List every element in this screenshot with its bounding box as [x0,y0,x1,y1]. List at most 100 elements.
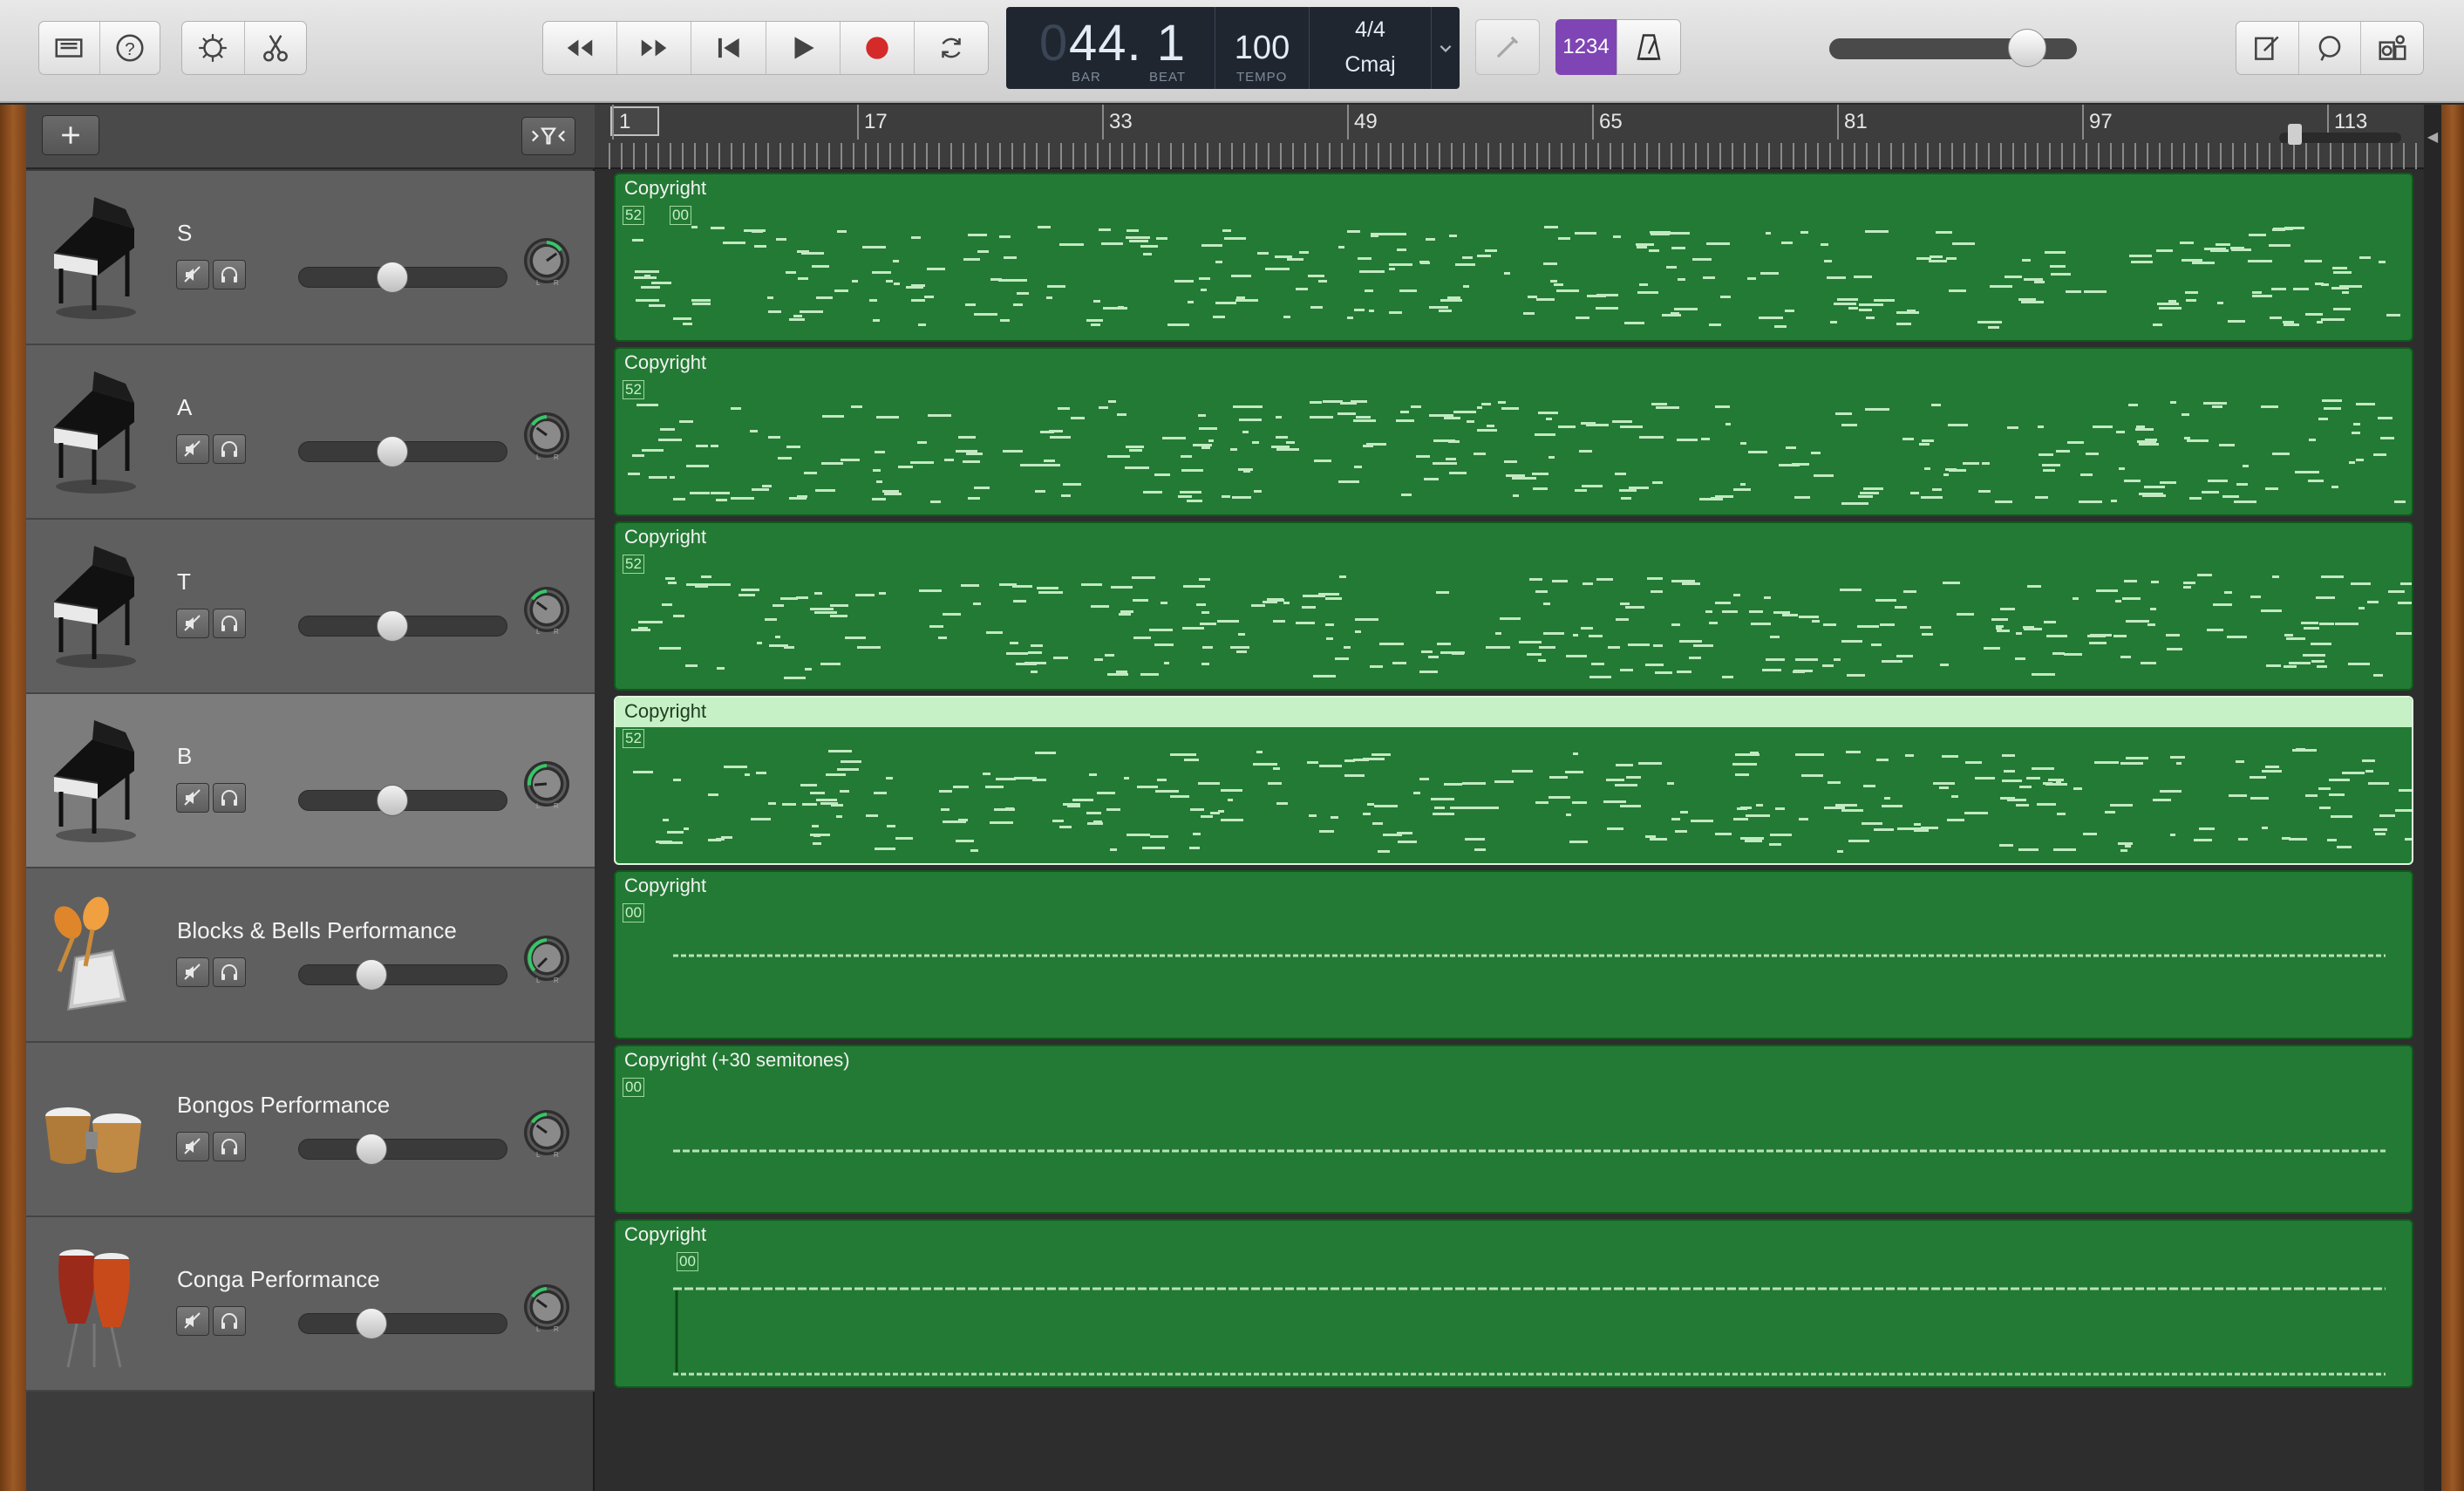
editors-button[interactable] [245,22,307,74]
track-name[interactable]: T [177,568,191,596]
solo-button[interactable] [213,609,246,638]
track-header[interactable]: B LR [26,694,595,868]
grand-piano-icon [42,364,146,500]
solo-button[interactable] [213,260,246,289]
track-header[interactable]: S LR [26,171,595,345]
track-header[interactable]: T LR [26,520,595,694]
tuner-button[interactable] [1475,19,1540,75]
midi-region[interactable]: Copyright 00 [614,1219,2413,1388]
bar-number: 65 [1599,110,1623,133]
track-volume-knob[interactable] [377,262,408,293]
pan-knob[interactable]: LR [521,933,572,984]
midi-region[interactable]: Copyright 52 00 [614,173,2413,342]
mute-button[interactable] [176,957,209,987]
region-marker-tag: 00 [623,1078,644,1097]
lcd-display[interactable]: 0 44. 1 BAR BEAT 100 TEMPO 4/4 Cmaj [1006,7,1460,89]
note-pad-button[interactable] [2236,22,2299,74]
solo-button[interactable] [213,434,246,464]
metronome-button[interactable] [1617,19,1681,75]
pan-knob[interactable]: LR [521,1107,572,1158]
smart-tempo-filter-button[interactable] [521,117,575,155]
track-volume-slider[interactable] [298,1313,507,1334]
cycle-button[interactable] [915,22,988,74]
region-marker-tag: 00 [670,206,691,225]
bar-ruler[interactable]: 1 17 33 49 65 81 97 113 ◀ [595,105,2441,169]
track-name[interactable]: Conga Performance [177,1266,380,1293]
midi-notes [628,399,2406,505]
bar-line [857,105,859,140]
region-marker-tag: 52 [623,555,644,574]
playhead-marker[interactable] [610,106,659,136]
pan-knob[interactable]: LR [521,235,572,286]
tempo-display[interactable]: 100 TEMPO [1215,7,1310,89]
mute-button[interactable] [176,260,209,289]
mute-button[interactable] [176,609,209,638]
track-volume-slider[interactable] [298,1139,507,1160]
track-volume-knob[interactable] [356,1134,387,1165]
solo-button[interactable] [213,957,246,987]
record-button[interactable] [841,22,915,74]
track-header[interactable]: Conga Performance L R [26,1217,595,1392]
pan-knob[interactable]: LR [521,410,572,460]
svg-text:R: R [554,1151,559,1158]
solo-button[interactable] [213,1306,246,1336]
pan-knob[interactable]: LR [521,1282,572,1332]
loop-browser-button[interactable] [2299,22,2362,74]
zoom-slider-knob[interactable] [2288,124,2302,145]
mute-button[interactable] [176,1132,209,1161]
track-header[interactable]: A LR [26,345,595,520]
track-name[interactable]: S [177,220,192,247]
track-volume-knob[interactable] [356,959,387,991]
track-header[interactable]: Blocks & Bells Performance L R [26,868,595,1043]
add-track-button[interactable] [42,115,99,155]
count-in-button[interactable]: 1234 [1555,19,1617,75]
track-name[interactable]: A [177,394,192,421]
media-browser-button[interactable] [2361,22,2423,74]
speaker-muted-icon [184,266,201,283]
speaker-muted-icon [184,1138,201,1154]
mute-button[interactable] [176,783,209,813]
track-volume-knob[interactable] [377,436,408,467]
go-to-start-icon [718,37,740,58]
bar-line [612,105,614,140]
track-name[interactable]: B [177,743,192,770]
region-marker-tag: 00 [677,1252,698,1271]
vertical-scrollbar[interactable] [2424,169,2441,1491]
go-to-start-button[interactable] [691,22,766,74]
tempo-value: 100 [1234,30,1290,66]
bar-line [2082,105,2084,140]
midi-region[interactable]: Copyright 52 [614,521,2413,691]
region-title: Copyright [624,875,707,896]
midi-region[interactable]: Copyright 52 [614,347,2413,516]
track-name[interactable]: Blocks & Bells Performance [177,917,457,944]
master-volume-knob[interactable] [2008,29,2047,67]
signature-key-display[interactable]: 4/4 Cmaj [1310,7,1432,89]
fast-forward-button[interactable] [617,22,692,74]
library-button[interactable] [39,22,100,74]
track-volume-knob[interactable] [356,1308,387,1339]
track-volume-slider[interactable] [298,964,507,985]
help-button[interactable]: ? [100,22,160,74]
lcd-mode-dropdown[interactable] [1432,7,1460,89]
midi-region[interactable]: Copyright 52 [614,696,2413,865]
mute-button[interactable] [176,434,209,464]
pan-knob[interactable]: LR [521,759,572,809]
scroll-end-arrow[interactable]: ◀ [2424,105,2441,169]
track-header[interactable]: Bongos Performance L R [26,1043,595,1217]
svg-text:R: R [554,1325,559,1332]
pan-knob[interactable]: LR [521,584,572,635]
rewind-button[interactable] [543,22,618,74]
smart-controls-button[interactable] [182,22,245,74]
solo-button[interactable] [213,1132,246,1161]
play-button[interactable] [766,22,841,74]
midi-region[interactable]: Copyright (+30 semitones) 00 [614,1045,2413,1214]
mute-button[interactable] [176,1306,209,1336]
track-volume-knob[interactable] [377,785,408,816]
solo-button[interactable] [213,783,246,813]
region-title: Copyright [616,698,2412,727]
track-volume-knob[interactable] [377,610,408,642]
cowbell-icon [42,888,146,1024]
track-name[interactable]: Bongos Performance [177,1092,390,1119]
midi-region[interactable]: Copyright 00 [614,870,2413,1039]
playhead-position[interactable]: 0 44. 1 BAR BEAT [1006,7,1215,89]
